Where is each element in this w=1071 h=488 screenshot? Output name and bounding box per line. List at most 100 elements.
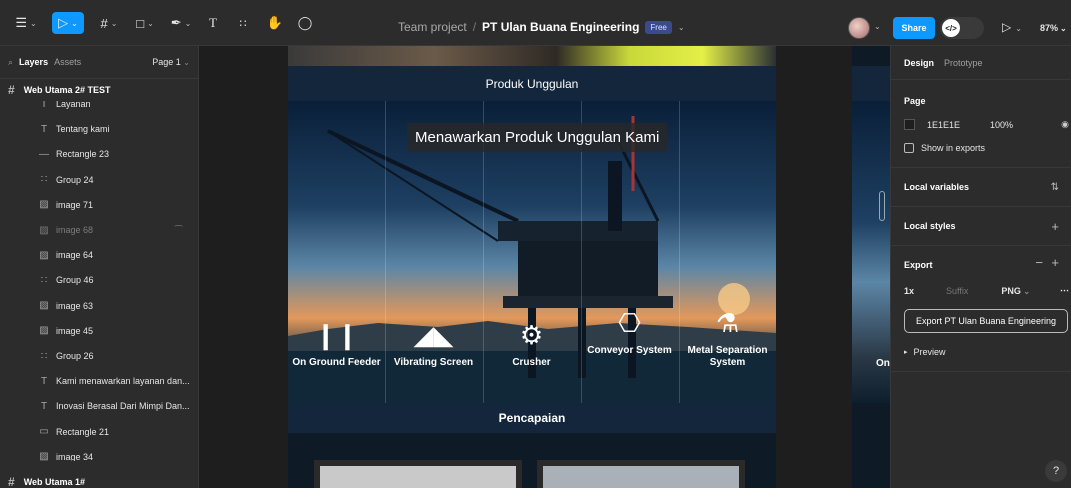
metal-separation-icon: ⚗	[715, 308, 740, 338]
share-button[interactable]: Share	[893, 17, 935, 39]
file-name[interactable]: PT Ulan Buana Engineering	[482, 20, 639, 34]
web-frame-secondary[interactable]: On	[852, 46, 890, 488]
scroll-handle[interactable]	[879, 191, 885, 221]
chevron-down-icon: ⌄	[147, 18, 154, 28]
chevron-down-icon: ⌄	[1023, 286, 1031, 296]
frame-name: Web Utama 1#	[23, 477, 86, 487]
layer-row[interactable]: ▨ image 63	[0, 295, 199, 317]
layer-name: image 68	[56, 225, 94, 235]
product-card[interactable]: ◢◣ Vibrating Screen	[385, 299, 482, 369]
shape-tool-button[interactable]: □ ⌄	[130, 12, 160, 34]
export-button[interactable]: Export PT Ulan Buana Engineering	[904, 309, 1068, 333]
tab-assets[interactable]: Assets	[54, 57, 81, 67]
tab-design[interactable]: Design	[904, 58, 934, 68]
section-heading-achievements: Pencapaian	[288, 403, 776, 433]
pen-tool-button[interactable]: ✒ ⌄	[166, 12, 196, 34]
web-frame[interactable]: Produk Unggulan Menawarkan Produk Unggul…	[288, 46, 776, 488]
page-section: Page 1E1E1E 100% ◉ Show in exports	[891, 80, 1071, 168]
present-button[interactable]: ▷ ⌄	[1002, 20, 1022, 34]
layer-list: T Layanan T Tentang kami — Rectangle 23 ∷ Group…	[0, 101, 199, 461]
chevron-down-icon[interactable]: ⌄	[678, 23, 685, 32]
minus-icon[interactable]: −	[1035, 255, 1043, 270]
layer-row[interactable]: ∷ Group 26	[0, 345, 199, 367]
local-variables-section[interactable]: Local variables ⇅	[891, 168, 1071, 207]
product-card[interactable]: ⚗ Metal Separation System	[679, 287, 776, 369]
image-icon: ▨	[39, 199, 49, 211]
eye-icon[interactable]: ◉	[1061, 119, 1069, 130]
comment-tool-button[interactable]: ◯	[296, 12, 314, 34]
local-styles-label: Local styles	[904, 221, 956, 231]
layer-row[interactable]: T Kami menawarkan layanan dan...	[0, 370, 199, 392]
export-settings-row: 1x Suffix PNG ⌄ ⋯	[904, 285, 1069, 296]
help-button[interactable]: ?	[1045, 460, 1067, 482]
export-section: Export − + 1x Suffix PNG ⌄ ⋯ Export PT U…	[891, 246, 1071, 372]
dev-mode-toggle[interactable]: </>	[940, 17, 984, 39]
add-icon[interactable]: +	[1051, 219, 1059, 234]
layer-row[interactable]: ▨ image 34	[0, 446, 199, 461]
resources-icon: ∷	[239, 17, 247, 30]
avatar[interactable]	[848, 17, 870, 39]
resources-button[interactable]: ∷	[234, 12, 252, 34]
export-scale[interactable]: 1x	[904, 286, 914, 296]
zoom-menu[interactable]: 87% ⌄	[1040, 23, 1067, 33]
frame-row[interactable]: # Web Utama 2# TEST	[0, 79, 198, 101]
comment-bubble-icon: ◯	[297, 15, 313, 30]
caret-right-icon: ▸	[904, 349, 908, 356]
more-options-icon[interactable]: ⋯	[1060, 285, 1069, 296]
square-icon: □	[136, 15, 145, 31]
layer-row[interactable]: ∷ Group 24	[0, 169, 199, 191]
team-link[interactable]: Team project	[398, 20, 467, 34]
product-card[interactable]: ❙❙ On Ground Feeder	[288, 299, 385, 369]
add-icon[interactable]: +	[1051, 255, 1059, 270]
section-title: Pencapaian	[498, 411, 566, 425]
search-icon[interactable]: ⌕	[8, 57, 13, 68]
page-color-value[interactable]: 1E1E1E	[927, 120, 960, 130]
layer-row[interactable]: T Inovasi Berasal Dari Mimpi Dan...	[0, 395, 199, 417]
main-menu-button[interactable]: ☰ ⌄	[12, 12, 40, 34]
layer-row[interactable]: ▨ image 68 ⁀	[0, 219, 199, 241]
layer-row[interactable]: — Rectangle 23	[0, 143, 199, 165]
tab-layers[interactable]: Layers	[19, 57, 48, 67]
hero-image: Menawarkan Produk Unggulan Kami ❙❙ On Gr…	[288, 101, 776, 403]
tab-prototype[interactable]: Prototype	[944, 58, 983, 68]
preview-toggle[interactable]: ▸ Preview	[904, 347, 946, 357]
image-icon: ▨	[39, 224, 49, 236]
file-title: Team project / PT Ulan Buana Engineering…	[398, 20, 685, 34]
export-format-select[interactable]: PNG ⌄	[1001, 286, 1030, 296]
hidden-eye-icon[interactable]: ⁀	[175, 225, 182, 236]
page-opacity[interactable]: 100%	[990, 120, 1013, 130]
image-icon: ▨	[39, 451, 49, 461]
layer-row[interactable]: T Tentang kami	[0, 118, 199, 140]
product-card[interactable]: ⎔ Conveyor System	[581, 287, 678, 357]
layer-row[interactable]: ∷ Group 46	[0, 269, 199, 291]
design-panel: Design Prototype Page 1E1E1E 100% ◉ Show…	[890, 46, 1071, 488]
page-selector-label: Page 1	[152, 57, 181, 67]
show-in-exports-checkbox[interactable]	[904, 143, 914, 153]
plan-badge: Free	[645, 20, 672, 34]
text-tool-button[interactable]: T	[204, 12, 222, 34]
canvas[interactable]: Produk Unggulan Menawarkan Produk Unggul…	[199, 46, 890, 488]
page-color-swatch[interactable]	[904, 119, 915, 130]
page-heading: Page	[904, 96, 926, 106]
page-selector[interactable]: Page 1 ⌄	[152, 57, 190, 67]
chevron-down-icon: ⌄	[184, 18, 192, 28]
chevron-down-icon[interactable]: ⌄	[874, 22, 881, 31]
adjust-icon[interactable]: ⇅	[1051, 182, 1059, 193]
frame-tool-button[interactable]: # ⌄	[94, 12, 124, 34]
layer-row[interactable]: ▨ image 71	[0, 194, 199, 216]
layer-row[interactable]: ▭ Rectangle 21	[0, 421, 199, 443]
page-color-row: 1E1E1E 100% ◉	[904, 119, 1069, 130]
export-suffix-input[interactable]: Suffix	[946, 286, 968, 296]
layer-row[interactable]: T Layanan	[0, 101, 199, 115]
product-card[interactable]: ⚙ Crusher	[483, 299, 580, 369]
move-tool-button[interactable]: ▷ ⌄	[52, 12, 84, 34]
frame-row[interactable]: # Web Utama 1#	[0, 471, 199, 488]
hand-tool-button[interactable]: ✋	[266, 12, 284, 34]
layer-name: Kami menawarkan layanan dan...	[56, 376, 190, 387]
layer-row[interactable]: ▨ image 64	[0, 244, 199, 266]
hash-frame-icon: #	[100, 15, 108, 31]
breadcrumb-separator: /	[472, 20, 477, 34]
show-in-exports-row[interactable]: Show in exports	[904, 143, 985, 153]
layer-row[interactable]: ▨ image 45	[0, 320, 199, 342]
layers-panel: ⌕ Layers Assets Page 1 ⌄ # Web Utama 2# …	[0, 46, 199, 488]
